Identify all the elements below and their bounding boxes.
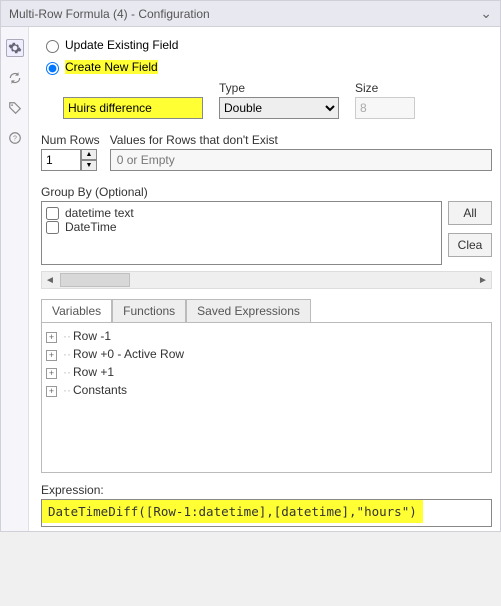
left-toolstrip: ? <box>1 27 29 531</box>
expression-tabs: Variables Functions Saved Expressions <box>41 299 492 323</box>
new-field-name-input[interactable] <box>63 97 203 119</box>
gear-icon[interactable] <box>6 39 24 57</box>
expression-label: Expression: <box>41 483 492 497</box>
tree-node: +··Constants <box>46 381 487 399</box>
expand-icon[interactable]: + <box>46 350 57 361</box>
list-item: datetime text <box>46 206 437 220</box>
scroll-right-icon[interactable]: ► <box>475 272 491 288</box>
tree-node: +··Row -1 <box>46 327 487 345</box>
rows-not-exist-label: Values for Rows that don't Exist <box>110 133 492 147</box>
type-label: Type <box>219 81 339 95</box>
group-by-list[interactable]: datetime text DateTime <box>41 201 442 265</box>
num-rows-down[interactable]: ▼ <box>81 160 97 171</box>
expression-text: DateTimeDiff([Row-1:datetime],[datetime]… <box>42 500 423 523</box>
tag-icon[interactable] <box>6 99 24 117</box>
titlebar: Multi-Row Formula (4) - Configuration ⌄ <box>1 1 500 27</box>
expression-editor[interactable]: DateTimeDiff([Row-1:datetime],[datetime]… <box>41 499 492 527</box>
create-new-label: Create New Field <box>65 60 158 74</box>
num-rows-label: Num Rows <box>41 133 100 147</box>
type-select[interactable]: Double <box>219 97 339 119</box>
num-rows-input[interactable] <box>41 149 81 171</box>
group-by-clear-button[interactable]: Clea <box>448 233 492 257</box>
create-new-radio[interactable] <box>46 62 59 75</box>
scroll-thumb[interactable] <box>60 273 130 287</box>
window-title: Multi-Row Formula (4) - Configuration <box>9 7 480 21</box>
group-by-checkbox-0[interactable] <box>46 207 59 220</box>
variables-tree[interactable]: +··Row -1 +··Row +0 - Active Row +··Row … <box>41 323 492 473</box>
num-rows-up[interactable]: ▲ <box>81 149 97 160</box>
group-by-all-button[interactable]: All <box>448 201 492 225</box>
scroll-left-icon[interactable]: ◄ <box>42 272 58 288</box>
group-by-checkbox-1[interactable] <box>46 221 59 234</box>
help-icon[interactable]: ? <box>6 129 24 147</box>
tab-saved-expressions[interactable]: Saved Expressions <box>186 299 311 322</box>
tree-node: +··Row +1 <box>46 363 487 381</box>
expand-icon[interactable]: + <box>46 386 57 397</box>
size-input <box>355 97 415 119</box>
tab-variables[interactable]: Variables <box>41 299 112 322</box>
horizontal-scrollbar[interactable]: ◄ ► <box>41 271 492 289</box>
svg-text:?: ? <box>13 135 17 142</box>
group-by-label: Group By (Optional) <box>41 185 492 199</box>
rows-not-exist-select[interactable]: 0 or Empty <box>110 149 492 171</box>
list-item: DateTime <box>46 220 437 234</box>
tab-functions[interactable]: Functions <box>112 299 186 322</box>
size-label: Size <box>355 81 415 95</box>
chevron-down-icon[interactable]: ⌄ <box>480 5 492 22</box>
expand-icon[interactable]: + <box>46 368 57 379</box>
expand-icon[interactable]: + <box>46 332 57 343</box>
create-new-radio-row[interactable]: Create New Field <box>41 59 492 75</box>
update-existing-label: Update Existing Field <box>65 38 178 52</box>
update-existing-radio[interactable] <box>46 40 59 53</box>
update-existing-radio-row[interactable]: Update Existing Field <box>41 37 492 53</box>
group-by-item-label: datetime text <box>65 206 134 220</box>
group-by-item-label: DateTime <box>65 220 117 234</box>
tree-node: +··Row +0 - Active Row <box>46 345 487 363</box>
refresh-icon[interactable] <box>6 69 24 87</box>
